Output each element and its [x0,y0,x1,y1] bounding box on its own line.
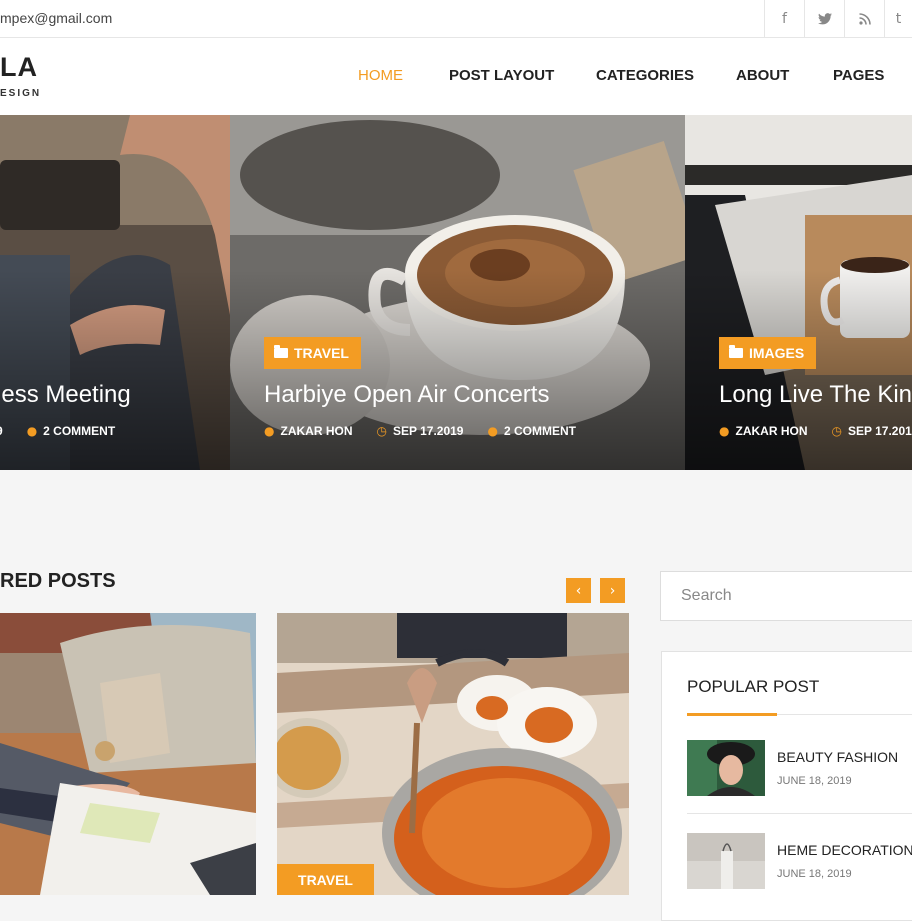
featured-card-2-image[interactable] [277,613,629,895]
slide-2-category: TRAVEL [294,345,349,361]
slide-3[interactable]: IMAGES Long Live The Kin ● ZAKAR HON ◷ S… [685,115,912,470]
search-box [660,571,912,621]
slide-2-meta: ● ZAKAR HON ◷ SEP 17.2019 ● 2 COMMENT [264,424,576,438]
slide-3-category: IMAGES [749,345,805,361]
divider [687,813,912,814]
slide-1-title[interactable]: ness Meeting [0,381,131,409]
nav-about[interactable]: ABOUT [736,67,789,84]
popular-item-1[interactable]: BEAUTY FASHION JUNE 18, 2019 [687,740,912,796]
site-tagline: ESIGN [0,88,42,99]
clock-icon: ◷ [376,424,387,438]
slide-3-title[interactable]: Long Live The Kin [719,381,912,409]
slide-3-date: SEP 17.2019 [847,424,912,438]
slide-1-date: 9 [0,424,3,438]
featured-card-2-category[interactable]: TRAVEL [277,864,374,895]
rss-icon[interactable] [844,0,884,38]
popular-item-1-thumb[interactable] [687,740,765,796]
slide-3-overlay [685,270,912,470]
folder-icon [729,345,743,358]
facebook-icon[interactable]: f [764,0,804,38]
popular-item-2-title[interactable]: HEME DECORATIONS [777,842,912,858]
slide-3-meta: ● ZAKAR HON ◷ SEP 17.2019 [719,424,912,438]
slide-1-meta: 9 ● 2 COMMENT [0,424,115,438]
featured-card-1-image[interactable] [0,613,256,895]
tumblr-icon[interactable]: t [884,0,912,38]
top-bar: mpex@gmail.com f t [0,0,912,38]
comment-icon: ● [26,424,38,438]
slide-2-author[interactable]: ZAKAR HON [280,424,352,438]
social-links: f t [764,0,912,38]
featured-prev-button[interactable]: ‹ [566,578,591,603]
search-input[interactable] [661,572,912,620]
featured-posts-heading: RED POSTS [0,570,116,592]
site-header: LA ESIGN HOME POST LAYOUT CATEGORIES ABO… [0,38,912,115]
nav-post-layout[interactable]: POST LAYOUT [449,67,554,84]
nav-categories[interactable]: CATEGORIES [596,67,694,84]
popular-item-1-date: JUNE 18, 2019 [777,775,852,787]
popular-item-2[interactable]: HEME DECORATIONS JUNE 18, 2019 [687,833,912,889]
popular-post-heading: POPULAR POST [687,677,820,696]
contact-email[interactable]: mpex@gmail.com [0,10,112,26]
slide-1[interactable]: ness Meeting 9 ● 2 COMMENT [0,115,230,470]
slide-1-comments[interactable]: 2 COMMENT [43,424,115,438]
slide-3-author[interactable]: ZAKAR HON [735,424,807,438]
slide-2-overlay [230,270,685,470]
clock-icon: ◷ [831,424,842,438]
nav-pages[interactable]: PAGES [833,67,884,84]
site-logo[interactable]: LA [0,52,38,83]
slide-3-category-badge[interactable]: IMAGES [719,337,817,369]
slide-1-overlay [0,270,230,470]
slide-2-comments[interactable]: 2 COMMENT [504,424,576,438]
slide-2-date: SEP 17.2019 [392,424,464,438]
popular-post-widget: POPULAR POST BEAUTY FASHION JUNE 18, 201… [661,651,912,921]
twitter-icon[interactable] [804,0,844,38]
nav-home[interactable]: HOME [358,67,403,84]
user-icon: ● [264,424,275,438]
slide-2-category-badge[interactable]: TRAVEL [264,337,361,369]
comment-icon: ● [487,424,498,438]
popular-item-2-date: JUNE 18, 2019 [777,868,852,880]
slide-2[interactable]: TRAVEL Harbiye Open Air Concerts ● ZAKAR… [230,115,685,470]
popular-item-2-thumb[interactable] [687,833,765,889]
featured-next-button[interactable]: › [600,578,625,603]
slide-2-title[interactable]: Harbiye Open Air Concerts [264,381,549,409]
hero-slider: ness Meeting 9 ● 2 COMMENT TRAVEL [0,115,912,470]
heading-accent [687,713,777,716]
user-icon: ● [719,424,730,438]
folder-icon [274,345,288,358]
popular-item-1-title[interactable]: BEAUTY FASHION [777,749,898,765]
